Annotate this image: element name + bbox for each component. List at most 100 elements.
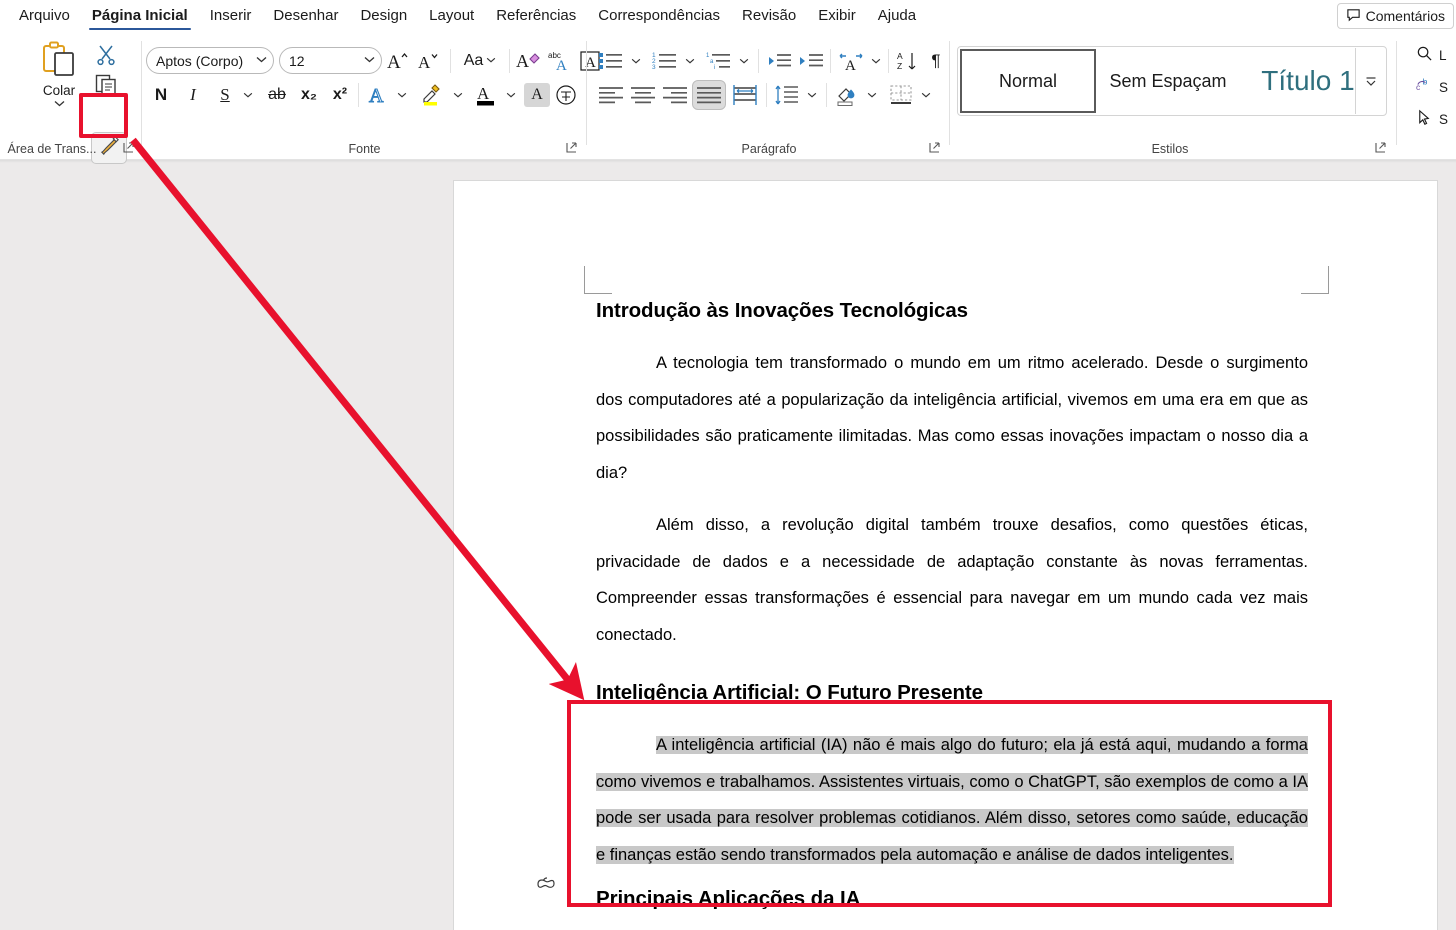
- italic-button[interactable]: I: [180, 80, 206, 110]
- clear-formatting-button[interactable]: A: [514, 47, 544, 74]
- underline-options-chevron-down-icon[interactable]: [238, 80, 258, 110]
- tab-design[interactable]: Design: [349, 2, 418, 31]
- copilot-icon[interactable]: [534, 871, 558, 895]
- chevron-down-icon[interactable]: [253, 55, 267, 66]
- align-center-button[interactable]: [628, 80, 658, 110]
- find-button[interactable]: L: [1416, 45, 1447, 65]
- style-sem-espacamento[interactable]: Sem Espaçam: [1098, 47, 1238, 115]
- change-case-button[interactable]: Aa: [457, 47, 503, 74]
- tab-pagina-inicial[interactable]: Página Inicial: [81, 2, 199, 31]
- strikethrough-button[interactable]: ab: [262, 80, 292, 110]
- enclose-characters-button[interactable]: [552, 80, 580, 110]
- align-right-button[interactable]: [660, 80, 690, 110]
- tab-ajuda[interactable]: Ajuda: [867, 2, 927, 31]
- borders-button[interactable]: [886, 80, 916, 110]
- scissors-icon: [94, 54, 118, 71]
- document-page[interactable]: Introdução às Inovações Tecnológicas A t…: [453, 180, 1438, 930]
- highlight-color-chevron-down-icon[interactable]: [448, 80, 468, 110]
- tab-layout[interactable]: Layout: [418, 2, 485, 31]
- document-paragraph-3-selected[interactable]: A inteligência artificial (IA) não é mai…: [596, 727, 1308, 873]
- multilevel-chevron-down-icon[interactable]: [734, 47, 754, 74]
- numbering-chevron-down-icon[interactable]: [680, 47, 700, 74]
- replace-label: S: [1439, 80, 1448, 95]
- tab-correspondencias[interactable]: Correspondências: [587, 2, 731, 31]
- paste-icon: [41, 41, 77, 82]
- svg-text:A: A: [556, 58, 567, 72]
- tab-arquivo[interactable]: Arquivo: [8, 2, 81, 31]
- tab-revisao[interactable]: Revisão: [731, 2, 807, 31]
- decrease-indent-button[interactable]: [764, 47, 794, 74]
- borders-chevron-down-icon[interactable]: [916, 80, 936, 110]
- show-formatting-marks-button[interactable]: ¶: [924, 47, 948, 74]
- ribbon-tab-bar: Arquivo Página Inicial Inserir Desenhar …: [0, 0, 1456, 33]
- spelling-check-button[interactable]: abc A: [545, 47, 575, 74]
- svg-text:A: A: [418, 53, 431, 72]
- numbering-button[interactable]: 1 2 3: [650, 47, 680, 74]
- select-label: S: [1439, 112, 1448, 127]
- ribbon: Colar: [0, 33, 1456, 160]
- sort-button[interactable]: A Z: [894, 47, 922, 74]
- increase-indent-button[interactable]: [796, 47, 826, 74]
- styles-dialog-launcher[interactable]: [1374, 141, 1388, 155]
- font-group-label: Fonte: [142, 142, 587, 156]
- font-name-combobox[interactable]: Aptos (Corpo): [146, 47, 274, 74]
- tab-inserir[interactable]: Inserir: [199, 2, 263, 31]
- document-content[interactable]: Introdução às Inovações Tecnológicas A t…: [596, 299, 1308, 930]
- document-paragraph-2[interactable]: Além disso, a revolução digital também t…: [596, 507, 1308, 653]
- style-normal[interactable]: Normal: [960, 49, 1096, 113]
- underline-button[interactable]: S: [212, 80, 238, 110]
- font-dialog-launcher[interactable]: [565, 141, 579, 155]
- change-case-label: Aa: [464, 52, 484, 70]
- styles-gallery: Normal Sem Espaçam Título 1: [957, 46, 1387, 116]
- tab-desenhar[interactable]: Desenhar: [262, 2, 349, 31]
- replace-button[interactable]: c b S: [1416, 77, 1448, 97]
- comments-button[interactable]: Comentários: [1337, 3, 1454, 29]
- subscript-button[interactable]: x₂: [295, 80, 323, 110]
- font-color-chevron-down-icon[interactable]: [501, 80, 521, 110]
- text-direction-chevron-down-icon[interactable]: [866, 47, 886, 74]
- highlight-color-button[interactable]: [417, 80, 447, 110]
- replace-icon: c b: [1416, 77, 1433, 97]
- chevron-down-icon[interactable]: [54, 99, 65, 109]
- clipboard-dialog-launcher[interactable]: [122, 141, 136, 155]
- grow-font-button[interactable]: A: [385, 47, 413, 74]
- distribute-button[interactable]: [730, 80, 760, 110]
- document-paragraph-1[interactable]: A tecnologia tem transformado o mundo em…: [596, 345, 1308, 491]
- line-spacing-button[interactable]: [772, 80, 802, 110]
- superscript-label: x²: [333, 86, 347, 104]
- shading-button[interactable]: [832, 80, 862, 110]
- paragraph-group-label: Parágrafo: [588, 142, 950, 156]
- paragraph-dialog-launcher[interactable]: [928, 141, 942, 155]
- font-size-combobox[interactable]: 12: [279, 47, 382, 74]
- justify-button[interactable]: [692, 80, 726, 110]
- text-direction-button[interactable]: A: [836, 47, 866, 74]
- document-heading-3: Principais Aplicações da IA: [596, 887, 1308, 911]
- svg-text:A: A: [369, 85, 384, 107]
- bullets-chevron-down-icon[interactable]: [626, 47, 646, 74]
- find-label: L: [1439, 48, 1447, 63]
- text-effects-chevron-down-icon[interactable]: [392, 80, 412, 110]
- superscript-button[interactable]: x²: [326, 80, 354, 110]
- shrink-font-button[interactable]: A: [416, 47, 444, 74]
- tab-exibir[interactable]: Exibir: [807, 2, 867, 31]
- bullets-button[interactable]: [596, 47, 626, 74]
- document-heading-2: Inteligência Artificial: O Futuro Presen…: [596, 681, 1308, 705]
- chevron-down-icon[interactable]: [361, 55, 375, 66]
- shading-chevron-down-icon[interactable]: [862, 80, 882, 110]
- styles-more-button[interactable]: [1355, 48, 1385, 114]
- line-spacing-chevron-down-icon[interactable]: [802, 80, 822, 110]
- pilcrow-icon: ¶: [931, 51, 940, 71]
- font-color-button[interactable]: A: [472, 80, 500, 110]
- cut-button[interactable]: [94, 43, 120, 69]
- tab-referencias[interactable]: Referências: [485, 2, 587, 31]
- align-left-button[interactable]: [596, 80, 626, 110]
- clipboard-group-label: Área de Trans...: [0, 142, 120, 156]
- chevron-down-icon[interactable]: [483, 55, 496, 66]
- document-workspace[interactable]: Introdução às Inovações Tecnológicas A t…: [0, 160, 1456, 930]
- text-effects-typography-button[interactable]: A: [364, 80, 392, 110]
- styles-group-label: Estilos: [950, 142, 1390, 156]
- bold-button[interactable]: N: [148, 80, 174, 110]
- multilevel-list-button[interactable]: 1 a i: [704, 47, 734, 74]
- character-shading-button[interactable]: A: [524, 83, 550, 107]
- select-button[interactable]: S: [1416, 109, 1448, 129]
